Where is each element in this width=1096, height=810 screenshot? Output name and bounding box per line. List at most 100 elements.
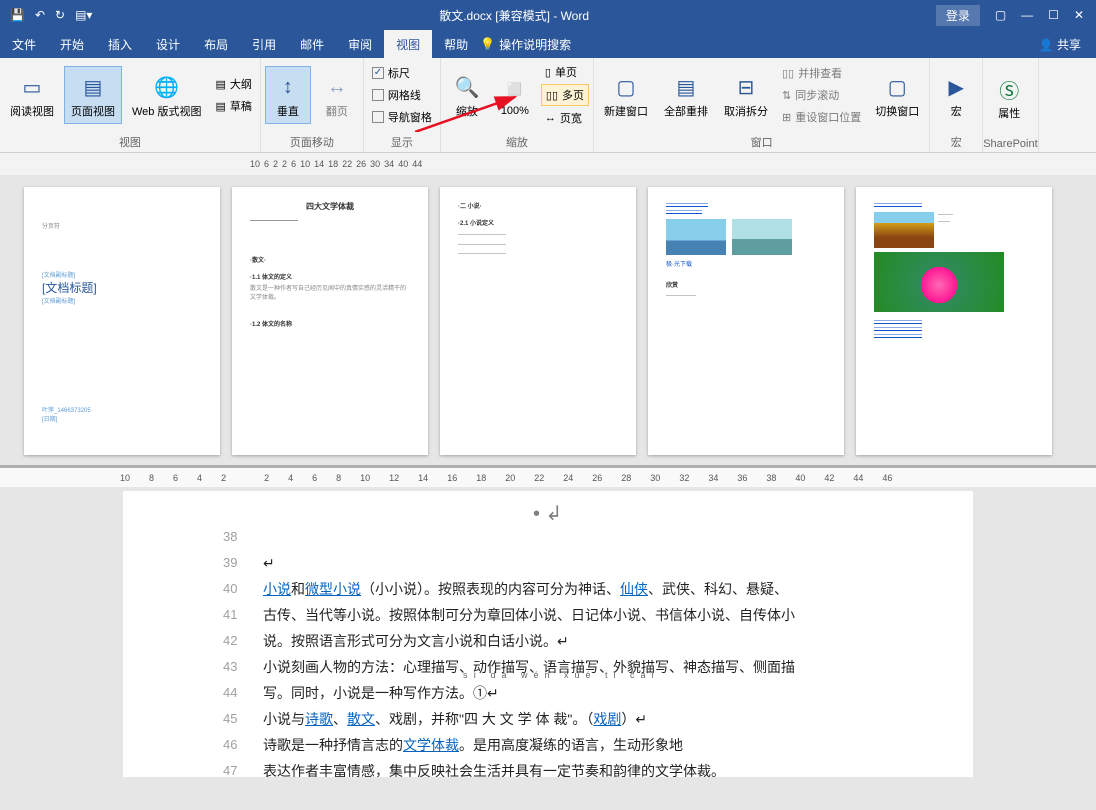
line-text[interactable]: 古传、当代等小说。按照体制可分为章回体小说、日记体小说、书信体小说、自传体小 [263,604,853,626]
tab-layout[interactable]: 布局 [192,30,240,59]
redo-icon[interactable]: ↻ [55,8,65,22]
tab-home[interactable]: 开始 [48,30,96,59]
zoom-button[interactable]: 🔍缩放 [445,67,489,123]
macros-button[interactable]: ▶宏 [934,67,978,123]
document-line[interactable]: 41古传、当代等小说。按照体制可分为章回体小说、日记体小说、书信体小说、自传体小 [223,604,853,626]
line-text[interactable]: ↵ [263,552,853,574]
page-thumbnail-5[interactable]: ⎯⎯⎯⎯⎯⎯⎯⎯⎯⎯⎯⎯⎯⎯⎯⎯ ⎯⎯⎯⎯⎯⎯⎯⎯⎯ ⎯⎯⎯⎯⎯⎯⎯⎯⎯⎯⎯⎯⎯… [856,187,1052,455]
horizontal-ruler[interactable]: 1086422468101214161820222426283032343638… [0,465,1096,487]
thumbnail-pane[interactable]: 分页符 [文档副标题] [文档标题] [文档副标题] 叶萍_1466373205… [0,175,1096,465]
ruler-checkbox[interactable]: 标尺 [368,63,436,83]
ruler-tick: 26 [356,159,366,169]
thumb2-sec12: ·1.2 体文的名称 [250,319,410,328]
ruler-label: 标尺 [388,65,410,81]
reset-position-button[interactable]: ⊞重设窗口位置 [778,107,865,127]
gridlines-checkbox[interactable]: 网格线 [368,85,436,105]
line-text[interactable]: 说。按照语言形式可分为文言小说和白话小说。↵ [263,630,853,652]
multi-page-button[interactable]: ▯▯多页 [541,84,589,106]
document-line[interactable]: 45小说与诗歌、散文、戏剧，并称"四 大 文 学 体 裁"。（戏剧）↵sì dà… [223,708,853,730]
thumb2-heading: 四大文学体裁 [250,201,410,212]
share-button[interactable]: 👤 共享 [1039,36,1081,53]
draft-button[interactable]: ▤草稿 [211,96,255,116]
macros-group-label: 宏 [930,132,982,152]
print-layout-button[interactable]: ▤页面视图 [64,66,122,124]
properties-button[interactable]: Ⓢ属性 [987,69,1031,125]
page-thumbnail-2[interactable]: 四大文学体裁 ⎯⎯⎯⎯⎯⎯⎯⎯⎯⎯⎯⎯⎯⎯⎯⎯ ·散文· ·1.1 体文的定义 … [232,187,428,455]
side-by-side-button[interactable]: ▯▯ 并排查看 [778,63,865,83]
one-page-button[interactable]: ▯单页 [541,62,589,82]
close-icon[interactable]: ✕ [1074,8,1084,22]
thumbnail-ruler: 106226101418222630344044 [0,153,1096,175]
document-line[interactable]: 42说。按照语言形式可分为文言小说和白话小说。↵ [223,630,853,652]
tab-help[interactable]: 帮助 [432,30,480,59]
line-text[interactable]: 表达作者丰富情感，集中反映社会生活并具有一定节奏和韵律的文学体裁。 [263,760,853,777]
arrange-all-button[interactable]: ▤全部重排 [658,67,714,123]
maximize-icon[interactable]: ☐ [1048,8,1059,22]
page-width-button[interactable]: ↔页宽 [541,108,589,128]
sync-scroll-button[interactable]: ⇅同步滚动 [778,85,865,105]
ruler-tick: 10 [300,159,310,169]
ruler-tick: 26 [592,473,602,483]
tab-mailings[interactable]: 邮件 [288,30,336,59]
document-line[interactable]: 47 表达作者丰富情感，集中反映社会生活并具有一定节奏和韵律的文学体裁。 [223,760,853,777]
page-move-group-label: 页面移动 [261,132,363,152]
nav-pane-checkbox[interactable]: 导航窗格 [368,107,436,127]
save-icon[interactable]: 💾 [10,8,25,22]
arrange-all-label: 全部重排 [664,103,708,119]
tab-insert[interactable]: 插入 [96,30,144,59]
zoom-icon: 🔍 [451,71,483,103]
outline-button[interactable]: ▤大纲 [211,74,255,94]
reset-pos-label: 重设窗口位置 [795,109,861,125]
line-number: 47 [223,760,247,777]
read-mode-button[interactable]: ▭阅读视图 [4,67,60,123]
tab-file[interactable]: 文件 [0,30,48,59]
minimize-icon[interactable]: — [1021,8,1033,22]
document-line[interactable]: 46诗歌是一种抒情言志的文学体裁。是用高度凝练的语言，生动形象地 [223,734,853,756]
new-window-button[interactable]: ▢新建窗口 [598,67,654,123]
thumb-image [874,212,934,248]
ruler-tick: 10 [250,159,260,169]
tab-review[interactable]: 审阅 [336,30,384,59]
ribbon-display-icon[interactable]: ▢ [995,8,1006,22]
multi-page-icon: ▯▯ [546,89,558,102]
tell-me-search[interactable]: 💡 操作说明搜索 [480,36,571,53]
document-line[interactable]: 38 [223,526,853,548]
split-button[interactable]: ⊟取消拆分 [718,67,774,123]
vertical-button[interactable]: ↕垂直 [265,66,311,124]
draft-label: 草稿 [230,98,252,114]
web-layout-button[interactable]: 🌐Web 版式视图 [126,67,207,123]
side-by-side-label: 并排查看 [798,65,842,81]
thumb2-sec11: ·1.1 体文的定义 [250,272,410,281]
tab-references[interactable]: 引用 [240,30,288,59]
side-to-side-button[interactable]: ↔翻页 [315,67,359,123]
page-thumbnail-4[interactable]: ⎯⎯⎯⎯⎯⎯⎯⎯⎯⎯⎯⎯⎯⎯ ⎯⎯⎯⎯⎯⎯⎯⎯⎯⎯⎯⎯ 极·光下载 欣赏 ⎯⎯⎯… [648,187,844,455]
page-break-label: 分页符 [42,221,202,230]
line-text[interactable] [263,526,853,548]
web-layout-label: Web 版式视图 [132,103,201,119]
tab-view[interactable]: 视图 [384,30,432,59]
hundred-percent-button[interactable]: ⬜100% [493,69,537,121]
page-thumbnail-1[interactable]: 分页符 [文档副标题] [文档标题] [文档副标题] 叶萍_1466373205… [24,187,220,455]
ribbon-tabs: 文件 开始 插入 设计 布局 引用 邮件 审阅 视图 帮助 💡 操作说明搜索 👤… [0,30,1096,58]
line-text[interactable]: 小说与诗歌、散文、戏剧，并称"四 大 文 学 体 裁"。（戏剧）↵ [263,708,853,730]
document-area[interactable]: • ↲ 3839↵40小说和微型小说（小小说）。按照表现的内容可分为神话、仙侠、… [0,487,1096,777]
page-thumbnail-3[interactable]: ·二 小说· ·2.1 小说定义 ⎯⎯⎯⎯⎯⎯⎯⎯⎯⎯⎯⎯⎯⎯⎯⎯⎯⎯⎯⎯⎯⎯⎯… [440,187,636,455]
document-line[interactable]: 40小说和微型小说（小小说）。按照表现的内容可分为神话、仙侠、武侠、科幻、悬疑、 [223,578,853,600]
ruler-tick: 2 [221,473,226,483]
line-text[interactable]: 诗歌是一种抒情言志的文学体裁。是用高度凝练的语言，生动形象地 [263,734,853,756]
tab-design[interactable]: 设计 [144,30,192,59]
line-text[interactable]: 小说和微型小说（小小说）。按照表现的内容可分为神话、仙侠、武侠、科幻、悬疑、 [263,578,853,600]
document-line[interactable]: 39↵ [223,552,853,574]
login-button[interactable]: 登录 [936,5,980,26]
undo-icon[interactable]: ↶ [35,8,45,22]
ruler-tick: 2 [273,159,278,169]
qat-more-icon[interactable]: ▤▾ [75,8,92,22]
side-by-side-icon: ▯▯ [782,67,794,80]
sharepoint-group-label: SharePoint [983,136,1037,152]
thumb-author: 叶萍_1466373205 [42,405,202,414]
switch-windows-button[interactable]: ▢切换窗口 [869,67,925,123]
ruler-tick: 42 [824,473,834,483]
window-group-label: 窗口 [594,132,929,152]
lightbulb-icon: 💡 [480,37,495,51]
pinyin-annotation: sì dà wén xué tǐ cái [463,664,660,686]
